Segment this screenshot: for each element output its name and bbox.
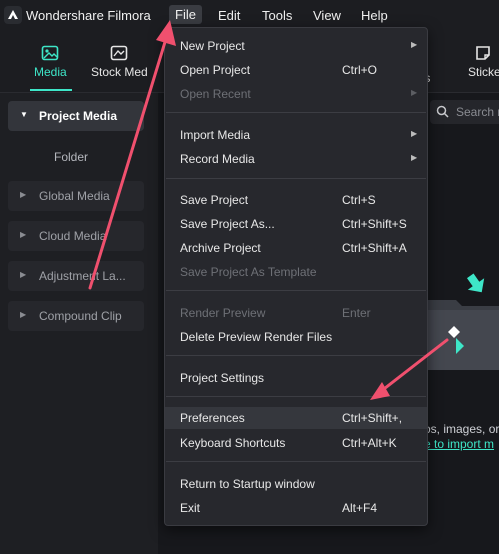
menu-item-label: Save Project As Template [180, 265, 317, 279]
filmora-logo-icon [4, 6, 22, 24]
menu-item-shortcut: Ctrl+Shift+A [342, 241, 407, 255]
menu-item-project-settings[interactable]: Project Settings [165, 367, 427, 389]
toolbar-stock-media-button[interactable]: Stock Med [91, 44, 148, 79]
menu-item-save-project-as[interactable]: Save Project As... Ctrl+Shift+S [165, 213, 427, 235]
menu-view[interactable]: View [313, 8, 341, 23]
sidebar-item-cloud-media[interactable]: ▶ Cloud Media [8, 221, 144, 251]
chevron-down-icon: ▼ [20, 110, 28, 119]
import-hint-text: os, images, or [424, 422, 499, 436]
menu-item-label: Exit [180, 501, 201, 515]
toolbar-media-button[interactable]: Media [34, 44, 67, 79]
menu-separator [166, 355, 426, 356]
media-tab-indicator [30, 89, 72, 91]
toolbar-stickers-label: Sticke [468, 65, 499, 79]
stock-media-icon [111, 45, 128, 61]
chevron-right-icon: ▶ [20, 190, 27, 199]
menu-item-new-project[interactable]: New Project ▶ [165, 35, 427, 57]
menu-item-label: Render Preview [180, 306, 266, 320]
menu-tools[interactable]: Tools [262, 8, 292, 23]
left-panel: ▼ Project Media Folder ▶ Global Media ▶ … [0, 93, 158, 554]
menu-item-label: Open Recent [180, 87, 251, 101]
menu-item-archive-project[interactable]: Archive Project Ctrl+Shift+A [165, 237, 427, 259]
menu-separator [166, 396, 426, 397]
menu-item-label: Preferences [180, 411, 245, 425]
toolbar-stickers-button[interactable]: Sticke [468, 44, 499, 79]
menu-item-label: Delete Preview Render Files [180, 330, 333, 344]
sidebar-item-folder[interactable]: Folder [54, 150, 88, 164]
menu-item-open-recent[interactable]: Open Recent ▶ [165, 83, 427, 105]
menu-item-open-project[interactable]: Open Project Ctrl+O [165, 59, 427, 81]
menu-separator [166, 461, 426, 462]
menu-item-label: Save Project As... [180, 217, 275, 231]
menu-item-label: Save Project [180, 193, 249, 207]
sidebar-item-label: Adjustment La... [39, 269, 126, 283]
submenu-arrow-icon: ▶ [411, 88, 418, 97]
sidebar-item-project-media[interactable]: ▼ Project Media [8, 101, 144, 131]
toolbar-media-label: Media [34, 65, 67, 79]
submenu-arrow-icon: ▶ [411, 40, 418, 49]
menu-item-save-as-template[interactable]: Save Project As Template [165, 261, 427, 283]
menu-item-return-to-startup[interactable]: Return to Startup window [165, 473, 427, 495]
import-media-link[interactable]: e to import m [424, 437, 494, 451]
menu-item-record-media[interactable]: Record Media ▶ [165, 148, 427, 170]
search-input[interactable]: Search m [430, 100, 499, 124]
sidebar-item-label: Global Media [39, 189, 110, 203]
media-icon [42, 45, 59, 61]
file-menu-dropdown: New Project ▶ Open Project Ctrl+O Open R… [164, 27, 428, 526]
menu-separator [166, 112, 426, 113]
search-icon [436, 105, 449, 118]
menu-separator [166, 178, 426, 179]
submenu-arrow-icon: ▶ [411, 153, 418, 162]
sidebar-item-compound-clip[interactable]: ▶ Compound Clip [8, 301, 144, 331]
app-title: Wondershare Filmora [26, 8, 151, 23]
sidebar-item-global-media[interactable]: ▶ Global Media [8, 181, 144, 211]
menu-item-save-project[interactable]: Save Project Ctrl+S [165, 189, 427, 211]
sidebar-item-label: Project Media [39, 109, 118, 123]
menu-item-shortcut: Ctrl+Shift+, [342, 411, 403, 425]
sidebar-item-label: Cloud Media [39, 229, 107, 243]
submenu-arrow-icon: ▶ [411, 129, 418, 138]
menu-item-shortcut: Ctrl+Alt+K [342, 436, 397, 450]
import-folder-icon[interactable] [420, 270, 499, 375]
search-placeholder: Search m [456, 105, 499, 119]
chevron-right-icon: ▶ [20, 310, 27, 319]
menu-item-exit[interactable]: Exit Alt+F4 [165, 497, 427, 519]
menu-item-shortcut: Ctrl+Shift+S [342, 217, 407, 231]
menu-item-shortcut: Alt+F4 [342, 501, 378, 515]
menu-separator [166, 290, 426, 291]
menu-item-label: Import Media [180, 128, 251, 142]
menu-item-shortcut: Enter [342, 306, 371, 320]
menu-item-delete-preview-render[interactable]: Delete Preview Render Files [165, 326, 427, 348]
chevron-right-icon: ▶ [20, 270, 27, 279]
menu-file[interactable]: File [169, 5, 202, 24]
menu-help[interactable]: Help [361, 8, 388, 23]
menu-item-import-media[interactable]: Import Media ▶ [165, 124, 427, 146]
menu-item-shortcut: Ctrl+O [342, 63, 378, 77]
menu-item-render-preview[interactable]: Render Preview Enter [165, 302, 427, 324]
menu-item-label: Return to Startup window [180, 477, 315, 491]
menu-item-shortcut: Ctrl+S [342, 193, 376, 207]
sticker-icon [476, 46, 490, 60]
menu-edit[interactable]: Edit [218, 8, 240, 23]
menu-item-label: Keyboard Shortcuts [180, 436, 286, 450]
menu-item-preferences[interactable]: Preferences Ctrl+Shift+, [165, 407, 427, 429]
chevron-right-icon: ▶ [20, 230, 27, 239]
menu-item-label: Project Settings [180, 371, 265, 385]
sidebar-item-label: Compound Clip [39, 309, 122, 323]
sidebar-item-adjustment-layer[interactable]: ▶ Adjustment La... [8, 261, 144, 291]
menu-item-label: Open Project [180, 63, 251, 77]
menu-item-label: Record Media [180, 152, 255, 166]
menu-item-label: Archive Project [180, 241, 261, 255]
menu-item-label: New Project [180, 39, 245, 53]
toolbar-stock-media-label: Stock Med [91, 65, 148, 79]
menu-item-keyboard-shortcuts[interactable]: Keyboard Shortcuts Ctrl+Alt+K [165, 432, 427, 454]
